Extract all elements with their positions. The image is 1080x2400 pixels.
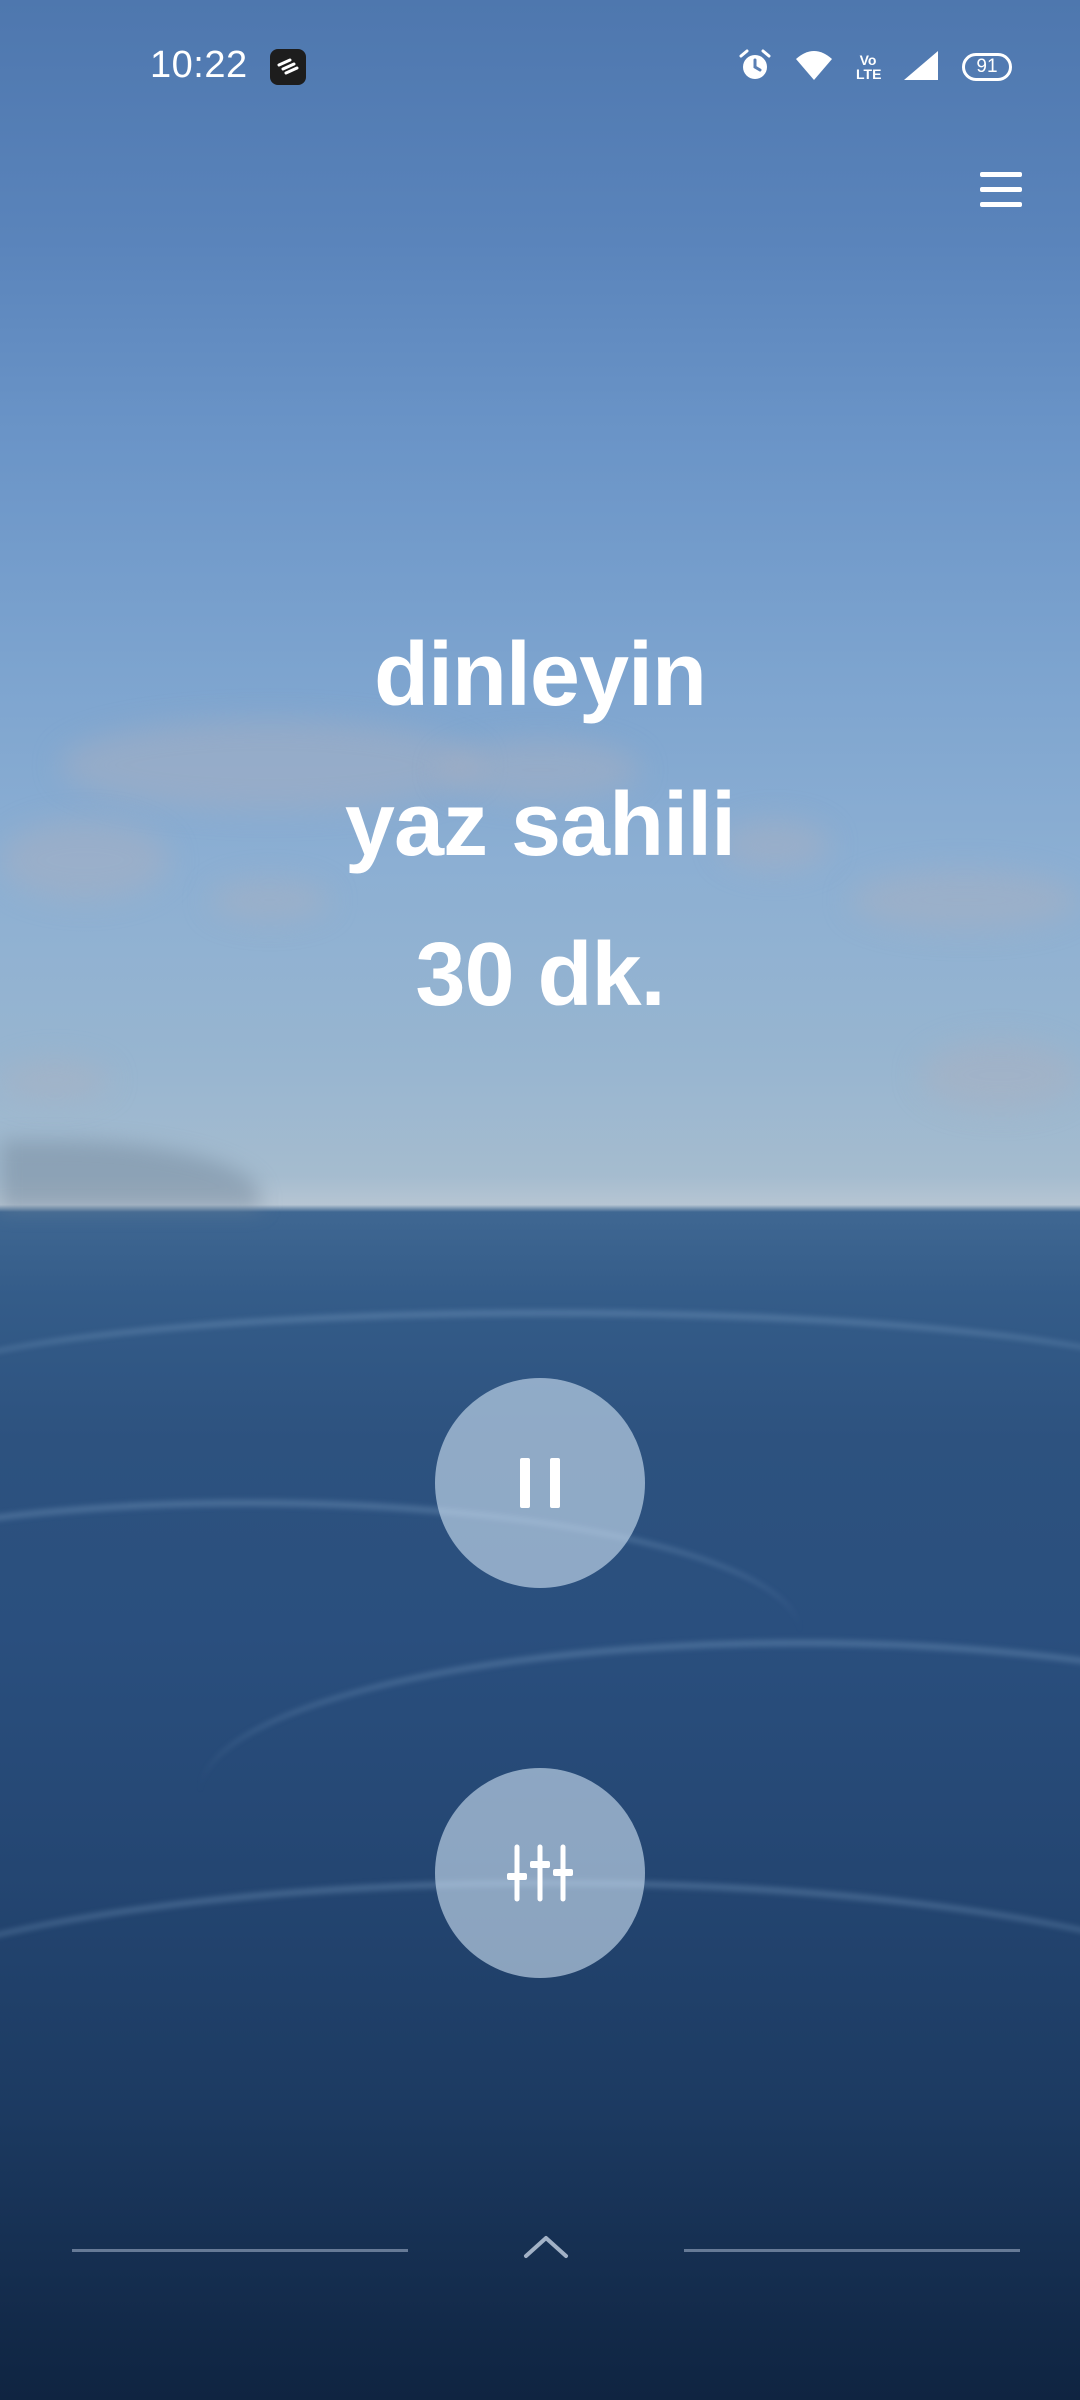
cloud — [920, 1040, 1080, 1110]
expand-button[interactable] — [516, 2222, 576, 2266]
player-screen: 10:22 Vo LTE 91 dinleyin yaz sahili 30 d… — [0, 0, 1080, 2400]
pause-button[interactable] — [435, 1378, 645, 1588]
menu-button[interactable] — [976, 168, 1028, 212]
status-time: 10:22 — [150, 44, 248, 86]
wifi-icon — [794, 49, 834, 86]
status-icons: Vo LTE 91 — [738, 49, 1012, 85]
status-bar: 10:22 Vo LTE 91 — [0, 0, 1080, 135]
now-playing-info: dinleyin yaz sahili 30 dk. — [0, 600, 1080, 1050]
duration-label: 30 dk. — [415, 925, 665, 1025]
signal-icon — [902, 49, 940, 86]
sound-mixer-button[interactable] — [435, 1768, 645, 1978]
action-label: dinleyin — [373, 625, 707, 725]
chevron-up-icon — [516, 2236, 576, 2270]
volte-icon: Vo LTE — [856, 52, 882, 82]
distant-land — [0, 1140, 260, 1210]
notification-app-icon — [270, 49, 306, 85]
bottom-divider-left — [72, 2249, 408, 2252]
battery-icon: 91 — [962, 53, 1012, 81]
track-name: yaz sahili — [344, 775, 736, 875]
bottom-divider-right — [684, 2249, 1020, 2252]
alarm-icon — [738, 48, 772, 87]
sliders-icon — [505, 1843, 575, 1908]
cloud — [0, 1060, 110, 1100]
